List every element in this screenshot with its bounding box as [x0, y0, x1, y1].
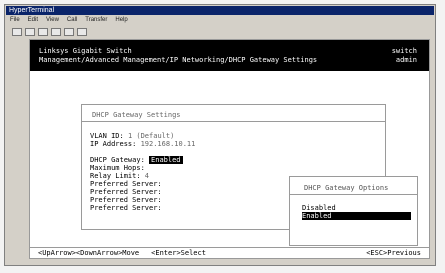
help-previous: <ESC>Previous [366, 249, 421, 257]
field-value: 1 (Default) [127, 132, 175, 140]
title-bar: HyperTerminal [6, 6, 434, 15]
field-dhcp-gateway[interactable]: DHCP Gateway: Enabled [90, 156, 183, 164]
field-preferred-server-4[interactable]: Preferred Server: [90, 204, 162, 212]
window-title: HyperTerminal [9, 7, 55, 14]
open-icon[interactable] [25, 28, 35, 36]
dhcp-options-popup: DHCP Gateway Options Disabled Enabled [289, 176, 418, 246]
call-icon[interactable] [38, 28, 48, 36]
field-preferred-server-2[interactable]: Preferred Server: [90, 188, 162, 196]
menu-help[interactable]: Help [115, 16, 127, 25]
user-name: admin [395, 56, 417, 64]
terminal-window: HyperTerminal File Edit View Call Transf… [4, 4, 436, 266]
breadcrumb: Management/Advanced Management/IP Networ… [39, 56, 318, 64]
field-label: Relay Limit: [90, 172, 141, 180]
new-icon[interactable] [12, 28, 22, 36]
field-label: Maximum Hops: [90, 164, 145, 172]
field-label: Preferred Server: [90, 204, 162, 212]
option-disabled[interactable]: Disabled [302, 204, 411, 212]
menu-bar: File Edit View Call Transfer Help [6, 16, 434, 25]
field-label: Preferred Server: [90, 180, 162, 188]
dhcp-gateway-value[interactable]: Enabled [149, 156, 183, 164]
menu-view[interactable]: View [46, 16, 59, 25]
menu-file[interactable]: File [10, 16, 20, 25]
field-relay-limit[interactable]: Relay Limit: 4 [90, 172, 149, 180]
panel-divider [82, 121, 385, 122]
field-max-hops[interactable]: Maximum Hops: [90, 164, 145, 172]
menu-call[interactable]: Call [67, 16, 77, 25]
key-help-bar: <UpArrow><DownArrow>Move <Enter>Select <… [30, 247, 429, 258]
properties-icon[interactable] [77, 28, 87, 36]
field-label: Preferred Server: [90, 196, 162, 204]
field-preferred-server-3[interactable]: Preferred Server: [90, 196, 162, 204]
field-label: DHCP Gateway: [90, 156, 145, 164]
option-enabled[interactable]: Enabled [302, 212, 411, 220]
disconnect-icon[interactable] [51, 28, 61, 36]
field-label: Preferred Server: [90, 188, 162, 196]
popup-title: DHCP Gateway Options [304, 184, 389, 192]
field-label: IP Address: [90, 140, 137, 148]
field-preferred-server-1[interactable]: Preferred Server: [90, 180, 162, 188]
field-value: 192.168.10.11 [140, 140, 196, 148]
toolbar [6, 26, 434, 38]
field-label: VLAN ID: [90, 132, 124, 140]
help-move: <UpArrow><DownArrow>Move [38, 249, 140, 257]
terminal-header: Linksys Gigabit Switch Management/Advanc… [30, 40, 429, 71]
field-value: 4 [144, 172, 150, 180]
panel-title: DHCP Gateway Settings [92, 111, 181, 119]
field-vlan-id: VLAN ID: 1 (Default) [90, 132, 174, 140]
popup-divider [290, 194, 417, 195]
device-name: Linksys Gigabit Switch [39, 47, 132, 55]
menu-edit[interactable]: Edit [28, 16, 38, 25]
help-select: <Enter>Select [151, 249, 206, 257]
terminal-screen[interactable]: Linksys Gigabit Switch Management/Advanc… [29, 39, 430, 259]
send-icon[interactable] [64, 28, 74, 36]
field-ip-address: IP Address: 192.168.10.11 [90, 140, 195, 148]
host-name: switch [391, 47, 417, 55]
menu-transfer[interactable]: Transfer [85, 16, 107, 25]
